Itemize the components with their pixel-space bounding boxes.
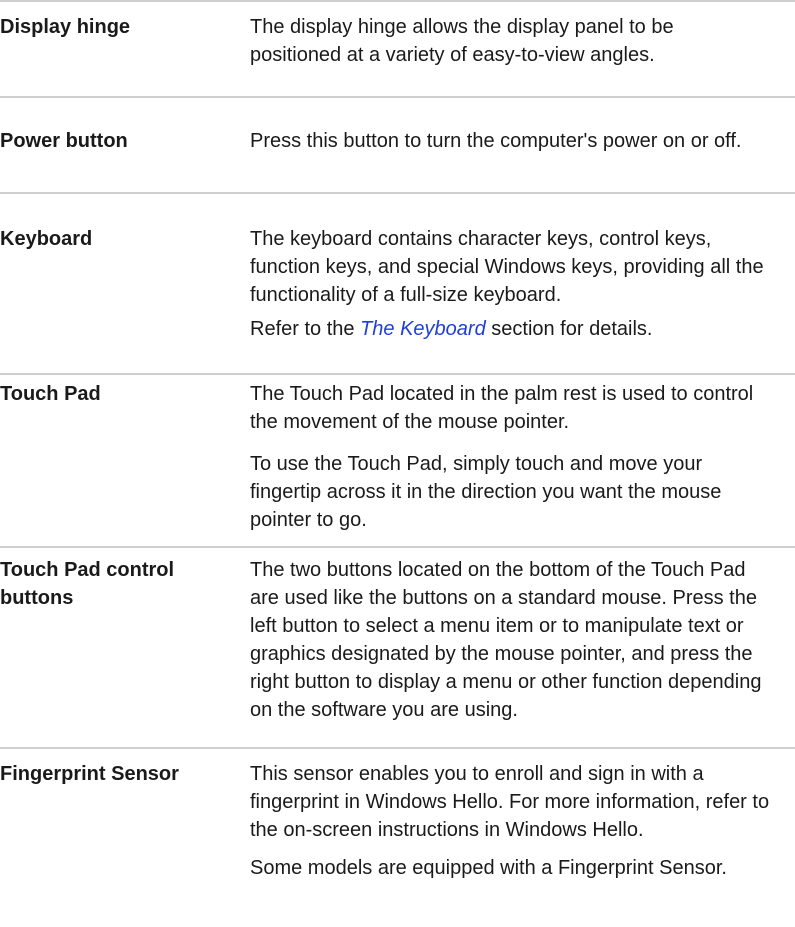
refer-paragraph: Refer to the The Keyboard section for de… xyxy=(250,315,770,343)
term-label: Fingerprint Sensor xyxy=(0,763,179,785)
description: The keyboard contains character keys, co… xyxy=(250,194,770,343)
description-paragraph: The display hinge allows the display pan… xyxy=(250,16,674,66)
table-row-power-button: Power button Press this button to turn t… xyxy=(0,96,795,192)
term-label: Display hinge xyxy=(0,16,131,38)
description-paragraph: Some models are equipped with a Fingerpr… xyxy=(250,857,727,879)
component-description-table: Display hinge The display hinge allows t… xyxy=(0,0,795,927)
description: This sensor enables you to enroll and si… xyxy=(250,749,770,882)
term-label: Touch Pad control buttons xyxy=(0,559,175,609)
term-label: Keyboard xyxy=(0,228,93,250)
description: The display hinge allows the display pan… xyxy=(250,2,770,69)
refer-suffix: section for details. xyxy=(485,318,653,340)
the-keyboard-link[interactable]: The Keyboard xyxy=(360,318,486,340)
description-paragraph: This sensor enables you to enroll and si… xyxy=(250,763,770,841)
refer-prefix: Refer to the xyxy=(250,318,361,340)
table-row-touch-pad: Touch Pad The Touch Pad located in the p… xyxy=(0,373,795,546)
description: Press this button to turn the computer's… xyxy=(250,98,770,155)
description: The Touch Pad located in the palm rest i… xyxy=(250,375,770,534)
table-row-keyboard: Keyboard The keyboard contains character… xyxy=(0,192,795,373)
table-row-touch-pad-control-buttons: Touch Pad control buttons The two button… xyxy=(0,546,795,747)
description-paragraph: The Touch Pad located in the palm rest i… xyxy=(250,383,754,433)
table-row-display-hinge: Display hinge The display hinge allows t… xyxy=(0,0,795,96)
term-label: Touch Pad xyxy=(0,383,101,405)
table-row-fingerprint-sensor: Fingerprint Sensor This sensor enables y… xyxy=(0,747,795,927)
description-paragraph: Press this button to turn the computer's… xyxy=(250,130,742,152)
description-paragraph: The two buttons located on the bottom of… xyxy=(250,559,762,721)
description-paragraph: The keyboard contains character keys, co… xyxy=(250,228,764,306)
description-paragraph: To use the Touch Pad, simply touch and m… xyxy=(250,453,722,531)
description: The two buttons located on the bottom of… xyxy=(250,548,770,724)
term-label: Power button xyxy=(0,130,128,152)
